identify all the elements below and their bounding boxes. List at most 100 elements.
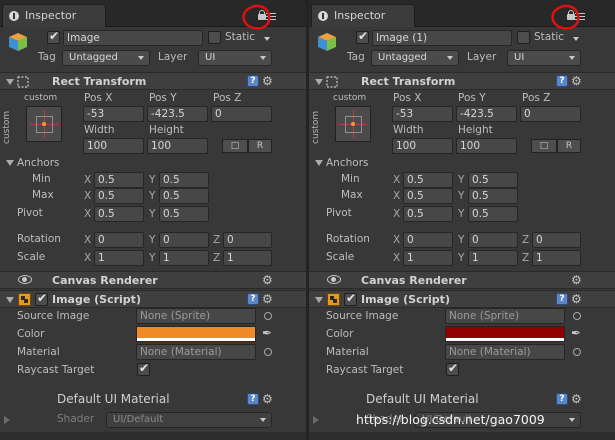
scale-z-field[interactable]: 1 [223, 250, 272, 266]
raycast-target-checkbox[interactable] [446, 361, 459, 376]
anchor-min-x-field[interactable]: 0.5 [403, 172, 453, 188]
gear-icon[interactable]: ⚙ [571, 293, 583, 305]
help-icon[interactable]: ? [556, 75, 568, 87]
raycast-target-checkbox[interactable] [137, 361, 150, 376]
pos-z-field[interactable]: 0 [211, 106, 272, 122]
rotation-z-field[interactable]: 0 [223, 232, 272, 248]
image-script-header[interactable]: Image (Script) ? ⚙ [0, 290, 306, 308]
gear-icon[interactable]: ⚙ [571, 75, 583, 87]
scale-x-field[interactable]: 1 [94, 250, 144, 266]
pos-x-field[interactable]: -53 [392, 106, 453, 122]
panel-menu-icon[interactable] [266, 13, 276, 20]
height-field[interactable]: 100 [147, 138, 208, 154]
rotation-x-field[interactable]: 0 [94, 232, 144, 248]
anchor-max-x-field[interactable]: 0.5 [403, 188, 453, 204]
inspector-tab[interactable]: Inspector [2, 4, 106, 27]
lock-icon[interactable] [567, 10, 575, 20]
color-swatch[interactable] [445, 326, 565, 342]
scale-y-field[interactable]: 1 [159, 250, 209, 266]
help-icon[interactable]: ? [247, 393, 259, 405]
anchor-max-x-field[interactable]: 0.5 [94, 188, 144, 204]
height-field[interactable]: 100 [456, 138, 517, 154]
anchor-min-y-field[interactable]: 0.5 [159, 172, 209, 188]
anchor-max-y-field[interactable]: 0.5 [468, 188, 518, 204]
eyedropper-icon[interactable]: ✒ [571, 327, 583, 339]
eyedropper-icon[interactable]: ✒ [262, 327, 274, 339]
anchor-presets-widget[interactable] [26, 106, 62, 142]
anchor-max-y-field[interactable]: 0.5 [159, 188, 209, 204]
rotation-z-field[interactable]: 0 [532, 232, 581, 248]
help-icon[interactable]: ? [556, 293, 568, 305]
rotation-y-field[interactable]: 0 [468, 232, 518, 248]
pivot-y-field[interactable]: 0.5 [159, 206, 209, 222]
anchor-presets-widget[interactable] [335, 106, 371, 142]
active-checkbox[interactable] [356, 29, 369, 44]
panel-menu-icon[interactable] [575, 13, 585, 20]
scale-x-field[interactable]: 1 [403, 250, 453, 266]
source-image-field[interactable]: None (Sprite) [445, 308, 565, 324]
gear-icon[interactable]: ⚙ [262, 75, 274, 87]
static-dropdown-arrow-icon[interactable] [264, 37, 270, 41]
help-icon[interactable]: ? [247, 293, 259, 305]
shader-dropdown[interactable]: UI/Default [106, 412, 272, 428]
gear-icon[interactable]: ⚙ [262, 274, 274, 286]
object-picker-icon[interactable] [264, 348, 272, 356]
gear-icon[interactable]: ⚙ [571, 393, 583, 405]
pos-x-field[interactable]: -53 [83, 106, 144, 122]
blueprint-mode-button[interactable]: □ [222, 139, 248, 153]
foldout-arrow-icon[interactable] [315, 79, 323, 85]
raw-edit-button[interactable]: R [248, 139, 272, 153]
help-icon[interactable]: ? [556, 393, 568, 405]
anchors-foldout-icon[interactable] [315, 160, 323, 166]
static-checkbox[interactable] [208, 31, 221, 44]
image-script-header[interactable]: Image (Script) ? ⚙ [309, 290, 615, 308]
active-checkbox[interactable] [47, 29, 60, 44]
static-dropdown-arrow-icon[interactable] [573, 37, 579, 41]
object-picker-icon[interactable] [573, 348, 581, 356]
anchors-foldout-icon[interactable] [6, 160, 14, 166]
canvas-renderer-header[interactable]: Canvas Renderer ⚙ [309, 271, 615, 289]
pivot-x-field[interactable]: 0.5 [94, 206, 144, 222]
foldout-arrow-icon[interactable] [6, 79, 14, 85]
rect-transform-header[interactable]: Rect Transform ? ⚙ [0, 72, 306, 90]
color-swatch[interactable] [136, 326, 256, 342]
blueprint-mode-button[interactable]: □ [531, 139, 557, 153]
image-enabled-checkbox[interactable] [35, 291, 48, 306]
material-preview-arrow-icon[interactable] [4, 416, 10, 424]
anchor-min-y-field[interactable]: 0.5 [468, 172, 518, 188]
tag-dropdown[interactable]: Untagged [62, 50, 150, 66]
gear-icon[interactable]: ⚙ [262, 393, 274, 405]
image-enabled-checkbox[interactable] [344, 291, 357, 306]
scale-z-field[interactable]: 1 [532, 250, 581, 266]
object-picker-icon[interactable] [573, 312, 581, 320]
pos-z-field[interactable]: 0 [520, 106, 581, 122]
pos-y-field[interactable]: -423.5 [456, 106, 517, 122]
static-checkbox[interactable] [517, 31, 530, 44]
rotation-y-field[interactable]: 0 [159, 232, 209, 248]
scale-y-field[interactable]: 1 [468, 250, 518, 266]
anchor-min-x-field[interactable]: 0.5 [94, 172, 144, 188]
material-field[interactable]: None (Material) [445, 344, 565, 360]
object-name-field[interactable]: Image [63, 30, 203, 46]
rotation-x-field[interactable]: 0 [403, 232, 453, 248]
width-field[interactable]: 100 [392, 138, 453, 154]
canvas-renderer-header[interactable]: Canvas Renderer ⚙ [0, 271, 306, 289]
foldout-arrow-icon[interactable] [6, 297, 14, 303]
layer-dropdown[interactable]: UI [198, 50, 272, 66]
object-picker-icon[interactable] [264, 312, 272, 320]
foldout-arrow-icon[interactable] [315, 297, 323, 303]
pivot-x-field[interactable]: 0.5 [403, 206, 453, 222]
lock-icon[interactable] [258, 10, 266, 20]
raw-edit-button[interactable]: R [557, 139, 581, 153]
gear-icon[interactable]: ⚙ [262, 293, 274, 305]
object-name-field[interactable]: Image (1) [372, 30, 512, 46]
layer-dropdown[interactable]: UI [507, 50, 581, 66]
inspector-tab[interactable]: Inspector [311, 4, 415, 27]
pos-y-field[interactable]: -423.5 [147, 106, 208, 122]
tag-dropdown[interactable]: Untagged [371, 50, 459, 66]
width-field[interactable]: 100 [83, 138, 144, 154]
material-preview-arrow-icon[interactable] [313, 416, 319, 424]
gear-icon[interactable]: ⚙ [571, 274, 583, 286]
pivot-y-field[interactable]: 0.5 [468, 206, 518, 222]
help-icon[interactable]: ? [247, 75, 259, 87]
